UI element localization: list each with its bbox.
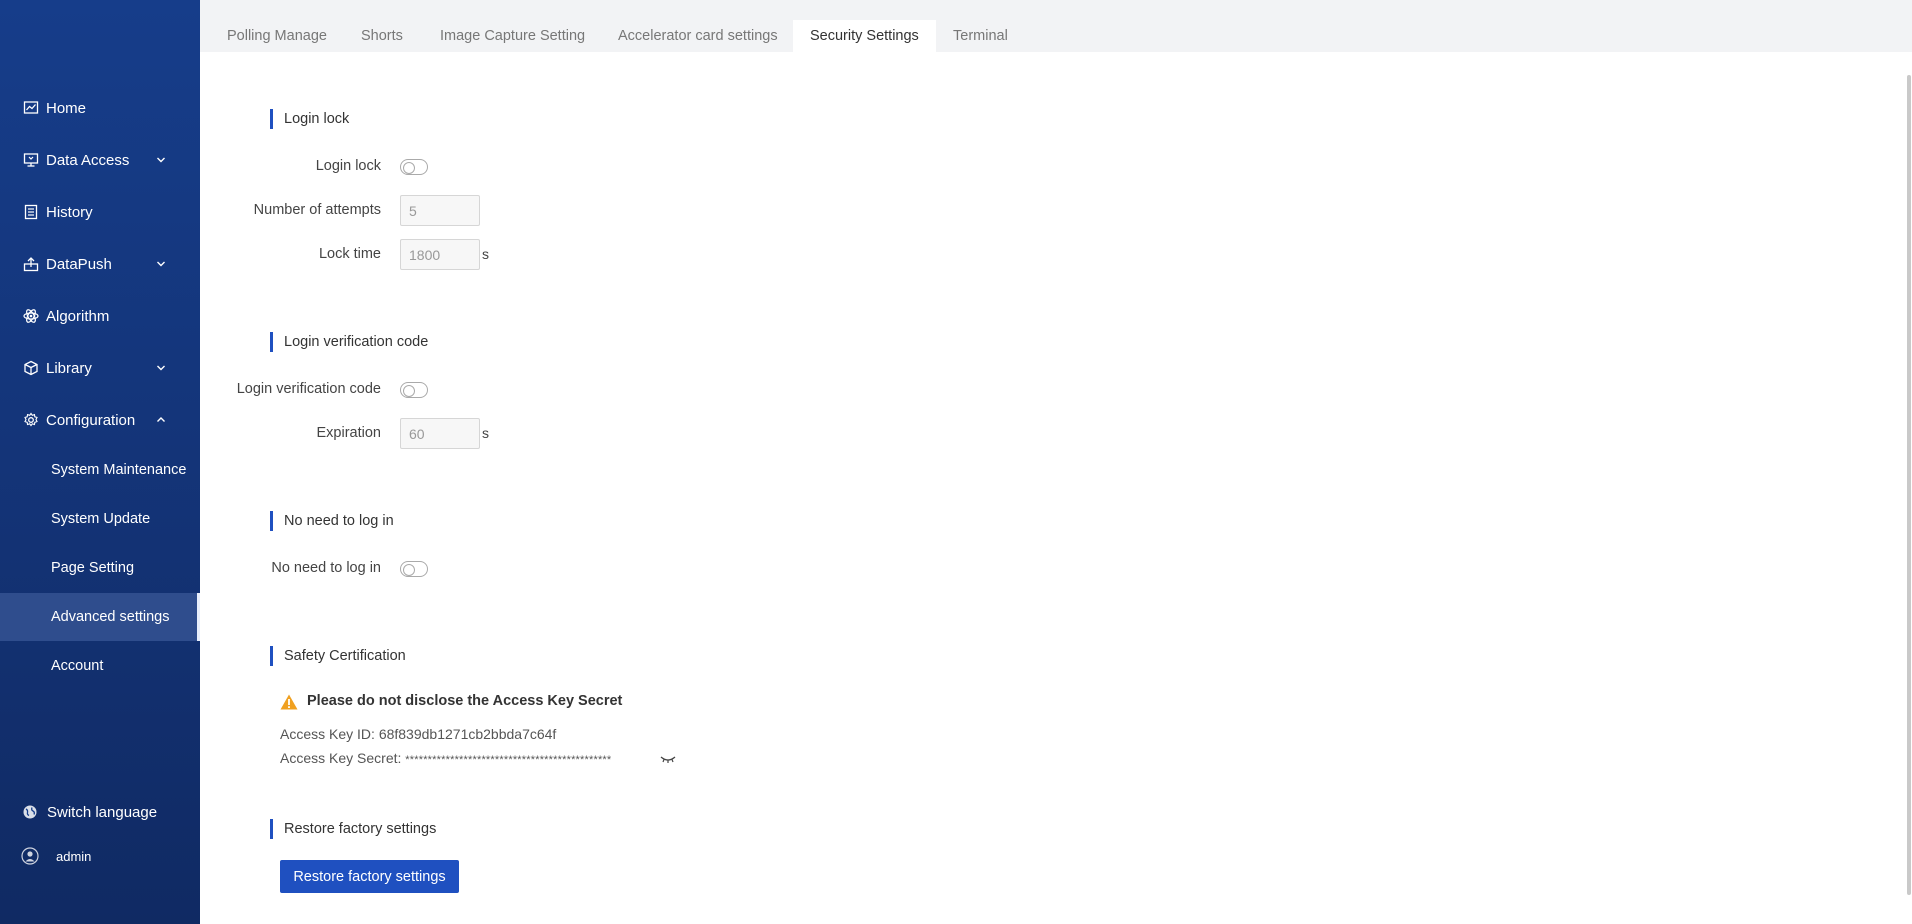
chevron-down-icon: [157, 365, 165, 371]
warning-text: Please do not disclose the Access Key Se…: [307, 693, 623, 709]
user-menu[interactable]: admin: [0, 838, 200, 874]
nav-configuration-label: Configuration: [46, 411, 136, 429]
nav-library-label: Library: [46, 359, 92, 377]
main-panel: [200, 52, 1912, 924]
atom-icon: [23, 308, 39, 324]
nav-algorithm-label: Algorithm: [46, 307, 110, 325]
access-key-secret: Access Key Secret: *********************…: [280, 750, 611, 766]
tab-polling-manage[interactable]: Polling Manage: [227, 20, 327, 52]
nav-datapush-label: DataPush: [46, 255, 112, 273]
login-lock-toggle[interactable]: [400, 159, 428, 175]
tab-terminal[interactable]: Terminal: [953, 20, 1008, 52]
username: admin: [56, 848, 92, 864]
access-key-secret-value: ****************************************…: [405, 754, 612, 766]
eye-closed-icon[interactable]: [660, 752, 676, 764]
expiration-label: Expiration: [316, 425, 381, 441]
sidebar-item-advanced-settings[interactable]: Advanced settings: [0, 593, 200, 641]
access-key-id: Access Key ID: 68f839db1271cb2bbda7c64f: [280, 726, 556, 742]
tab-security-settings[interactable]: Security Settings: [793, 20, 936, 52]
section-title-login-lock: Login lock: [270, 109, 349, 129]
login-lock-label: Login lock: [315, 158, 381, 174]
section-title-verification: Login verification code: [270, 332, 428, 352]
verification-toggle[interactable]: [400, 382, 428, 398]
sidebar-item-label: Advanced settings: [51, 609, 170, 625]
chevron-down-icon: [157, 261, 165, 267]
tab-shorts[interactable]: Shorts: [361, 20, 403, 52]
section-title-no-login: No need to log in: [270, 511, 394, 531]
nav-data-access-label: Data Access: [46, 151, 130, 169]
sidebar-item-label: System Maintenance: [51, 462, 187, 478]
upload-icon: [23, 256, 39, 272]
sidebar-item-label: System Update: [51, 511, 151, 527]
nav-home[interactable]: Home: [0, 82, 200, 134]
lock-time-unit: s: [482, 246, 489, 262]
nav-history[interactable]: History: [0, 186, 200, 238]
expiration-unit: s: [482, 425, 489, 441]
document-icon: [23, 204, 39, 220]
scrollbar[interactable]: [1907, 75, 1911, 895]
nav-library[interactable]: Library: [0, 342, 200, 394]
tab-accelerator-card-settings[interactable]: Accelerator card settings: [618, 20, 778, 52]
sidebar-item-system-maintenance[interactable]: System Maintenance: [0, 446, 200, 494]
nav-configuration[interactable]: Configuration: [0, 394, 200, 446]
tab-image-capture-setting[interactable]: Image Capture Setting: [440, 20, 585, 52]
nav-algorithm[interactable]: Algorithm: [0, 290, 200, 342]
sidebar-item-account[interactable]: Account: [0, 642, 200, 690]
access-key-id-value: 68f839db1271cb2bbda7c64f: [378, 726, 557, 742]
access-key-id-label: Access Key ID:: [280, 726, 379, 742]
no-login-toggle[interactable]: [400, 561, 428, 577]
globe-icon: [23, 805, 37, 819]
nav-datapush[interactable]: DataPush: [0, 238, 200, 290]
no-login-label: No need to log in: [271, 560, 381, 576]
cube-icon: [23, 360, 39, 376]
attempts-label: Number of attempts: [253, 202, 381, 218]
chevron-up-icon: [157, 417, 165, 422]
switch-language-label: Switch language: [47, 803, 158, 821]
nav-data-access[interactable]: Data Access: [0, 134, 200, 186]
sidebar: Home Data Access History DataPush Algori…: [0, 0, 200, 924]
section-title-restore: Restore factory settings: [270, 819, 436, 839]
sidebar-item-label: Page Setting: [51, 560, 135, 576]
lock-time-label: Lock time: [318, 246, 381, 262]
switch-language-button[interactable]: Switch language: [0, 794, 200, 830]
sidebar-item-label: Account: [51, 658, 104, 674]
sidebar-item-system-update[interactable]: System Update: [0, 495, 200, 543]
nav-home-label: Home: [46, 99, 87, 117]
chevron-down-icon: [157, 157, 165, 163]
section-title-safety: Safety Certification: [270, 646, 406, 666]
avatar-icon: [21, 847, 39, 865]
restore-factory-button[interactable]: Restore factory settings: [280, 860, 459, 893]
attempts-input[interactable]: [400, 195, 480, 226]
expiration-input[interactable]: [400, 418, 480, 449]
monitor-icon: [23, 152, 39, 168]
verification-label: Login verification code: [236, 381, 381, 397]
chart-line-icon: [23, 100, 39, 116]
warning-icon: [280, 693, 298, 711]
gear-icon: [23, 412, 39, 428]
sidebar-item-page-setting[interactable]: Page Setting: [0, 544, 200, 592]
access-key-secret-label: Access Key Secret:: [280, 750, 406, 766]
nav-history-label: History: [46, 203, 93, 221]
tab-bar: Polling Manage Shorts Image Capture Sett…: [200, 20, 1912, 52]
lock-time-input[interactable]: [400, 239, 480, 270]
